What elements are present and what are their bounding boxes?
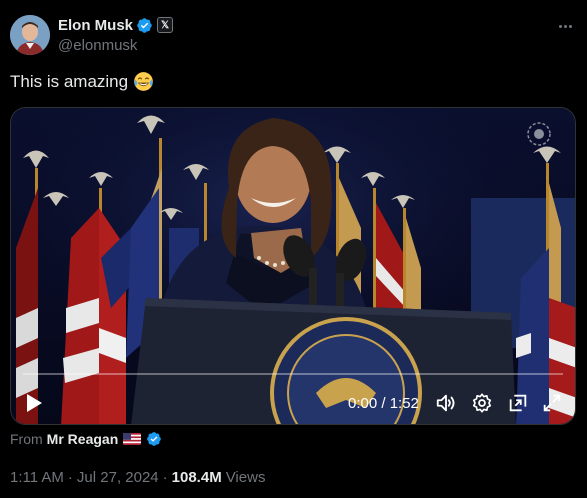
tweet-text: This is amazing	[10, 71, 154, 92]
fullscreen-icon[interactable]	[541, 392, 563, 414]
tears-of-joy-emoji-icon	[134, 72, 153, 91]
us-flag-icon	[123, 433, 142, 445]
meta-separator: ·	[162, 469, 168, 486]
tweet-header: Elon Musk 𝕏 @elonmusk	[10, 12, 577, 56]
video-time: 0:00 / 1:52	[348, 395, 419, 412]
source-verified-badge-icon[interactable]	[146, 431, 162, 447]
meta-separator: ·	[67, 469, 73, 486]
video-progress-bar[interactable]	[23, 373, 563, 375]
volume-icon[interactable]	[435, 392, 457, 414]
author-names: Elon Musk 𝕏 @elonmusk	[58, 15, 174, 54]
views-label: Views	[225, 469, 266, 486]
tweet-meta: 1:11 AM · Jul 27, 2024 · 108.4M Views	[10, 469, 265, 486]
video-frame	[11, 108, 575, 424]
source-attribution: From Mr Reagan	[10, 431, 162, 447]
play-icon[interactable]	[25, 393, 43, 413]
settings-icon[interactable]	[471, 392, 493, 414]
tweet-date[interactable]: Jul 27, 2024	[77, 469, 159, 486]
source-name[interactable]: Mr Reagan	[47, 431, 119, 447]
tweet-time[interactable]: 1:11 AM	[10, 469, 64, 486]
verified-badge-icon[interactable]	[136, 17, 153, 34]
author-handle[interactable]: @elonmusk	[58, 37, 173, 54]
replay-watermark-icon	[527, 122, 551, 146]
views-count[interactable]: 108.4M	[172, 469, 222, 486]
source-prefix: From	[10, 431, 43, 447]
avatar[interactable]	[10, 15, 50, 55]
affiliation-badge-icon[interactable]: 𝕏	[157, 17, 174, 33]
tweet-text-content: This is amazing	[10, 71, 129, 91]
pip-icon[interactable]	[507, 392, 529, 414]
more-options-icon[interactable]	[555, 16, 575, 36]
author-display-name[interactable]: Elon Musk	[58, 17, 133, 34]
video-player[interactable]: 0:00 / 1:52	[10, 107, 576, 425]
